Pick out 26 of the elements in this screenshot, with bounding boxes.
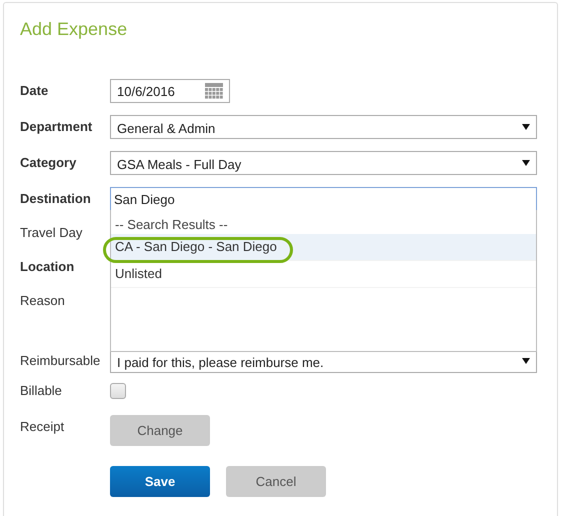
result-item[interactable]: CA - San Diego - San Diego — [111, 234, 536, 261]
form-title: Add Expense — [20, 18, 128, 41]
caret-icon — [522, 160, 530, 166]
select-field[interactable]: General & Admin — [110, 115, 537, 139]
field-label: Category — [20, 154, 78, 172]
caret-icon — [522, 358, 530, 364]
field-label: Location — [20, 258, 76, 276]
calendar-icon[interactable] — [205, 83, 223, 99]
date-field[interactable]: 10/6/2016 — [110, 79, 230, 103]
field-label: Destination — [20, 190, 92, 208]
results-header: -- Search Results -- — [114, 216, 229, 234]
field-label: Reason — [20, 292, 66, 310]
save-button[interactable]: Save — [110, 466, 210, 497]
select-field[interactable]: GSA Meals - Full Day — [110, 151, 537, 175]
field-label: Receipt — [20, 418, 66, 436]
search-field[interactable]: San Diego — [110, 187, 537, 211]
cancel-button[interactable]: Cancel — [226, 466, 326, 497]
field-label: Department — [20, 118, 94, 136]
billable-checkbox[interactable] — [110, 383, 126, 399]
caret-icon — [522, 124, 530, 130]
field-label: Travel Day — [20, 224, 84, 242]
change-button[interactable]: Change — [110, 415, 210, 446]
field-label: Billable — [20, 383, 63, 399]
result-item[interactable]: Unlisted — [111, 261, 536, 288]
field-label: Reimbursable — [20, 352, 102, 370]
field-label: Date — [20, 82, 50, 100]
